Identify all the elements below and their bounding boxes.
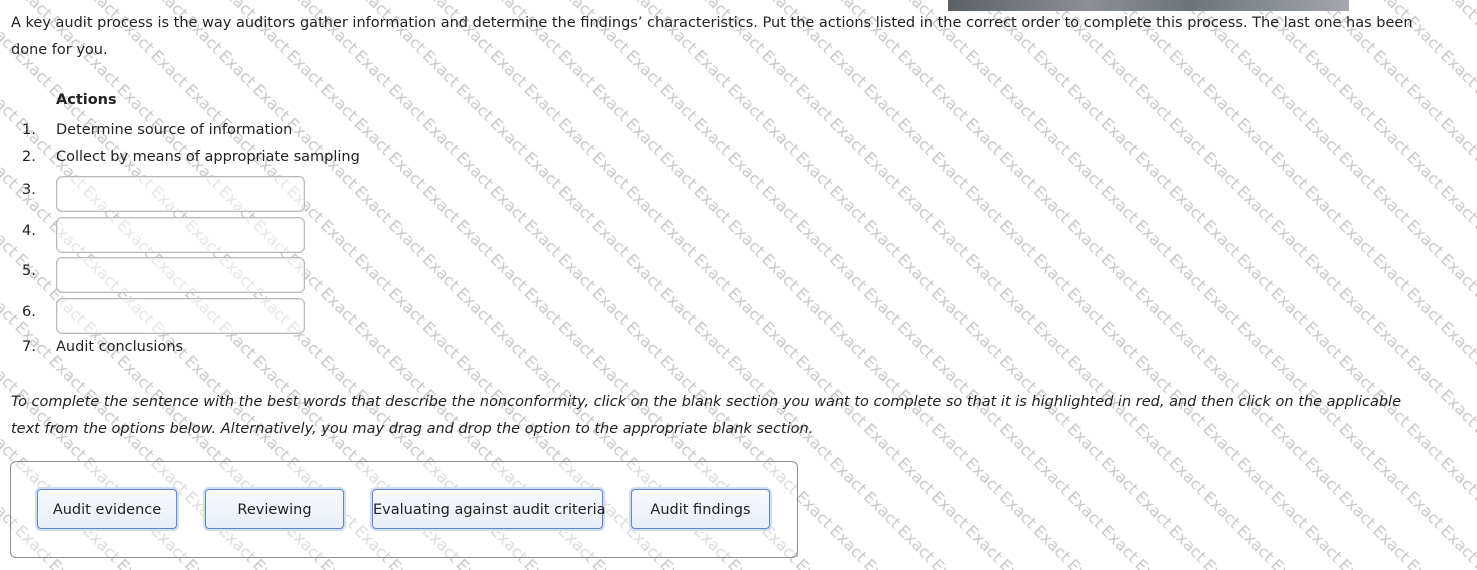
action-text: Collect by means of appropriate sampling: [56, 149, 360, 165]
action-item-6: 6.: [0, 298, 360, 334]
action-item-1: 1. Determine source of information: [0, 117, 360, 144]
drop-slot-4[interactable]: [56, 217, 305, 253]
action-number: 7.: [22, 339, 36, 355]
drop-slot-5[interactable]: [56, 257, 305, 293]
action-number: 5.: [22, 263, 36, 279]
option-evaluating-against-audit-criteria[interactable]: Evaluating against audit criteria: [372, 489, 606, 529]
action-item-7: 7. Audit conclusions: [0, 334, 360, 361]
action-item-2: 2. Collect by means of appropriate sampl…: [0, 144, 360, 171]
action-number: 2.: [22, 149, 36, 165]
action-text: Determine source of information: [56, 122, 293, 138]
action-item-4: 4.: [0, 217, 360, 253]
action-number: 4.: [22, 223, 36, 239]
action-item-3: 3.: [0, 176, 360, 212]
action-number: 3.: [22, 182, 36, 198]
option-reviewing[interactable]: Reviewing: [205, 489, 344, 529]
drop-slot-3[interactable]: [56, 176, 305, 212]
options-panel: Audit evidence Reviewing Evaluating agai…: [10, 461, 798, 558]
action-text: Audit conclusions: [56, 339, 184, 355]
drop-slot-6[interactable]: [56, 298, 305, 334]
instructions-text: To complete the sentence with the best w…: [11, 394, 1401, 437]
option-audit-evidence[interactable]: Audit evidence: [37, 489, 177, 529]
action-item-5: 5.: [0, 257, 360, 293]
question-intro: A key audit process is the way auditors …: [11, 15, 1413, 58]
action-number: 1.: [22, 122, 36, 138]
option-audit-findings[interactable]: Audit findings: [631, 489, 770, 529]
actions-heading: Actions: [56, 92, 117, 108]
action-number: 6.: [22, 304, 36, 320]
